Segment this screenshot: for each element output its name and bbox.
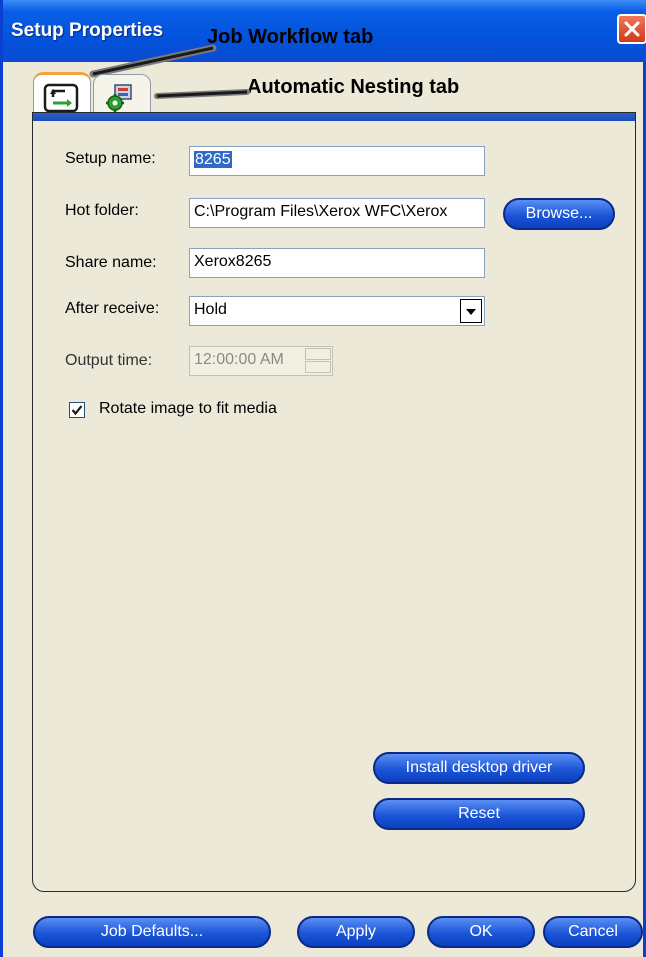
hot-folder-label: Hot folder: xyxy=(65,202,139,219)
hot-folder-input[interactable]: C:\Program Files\Xerox WFC\Xerox xyxy=(189,198,485,228)
spin-down-button[interactable] xyxy=(305,361,331,373)
install-desktop-driver-button[interactable]: Install desktop driver xyxy=(373,752,585,784)
rotate-image-label: Rotate image to fit media xyxy=(99,400,277,417)
chevron-down-icon[interactable] xyxy=(460,299,482,323)
apply-button[interactable]: Apply xyxy=(297,916,415,948)
after-receive-select[interactable]: Hold xyxy=(189,296,485,326)
panel-header-bar xyxy=(33,113,635,121)
tab-automatic-nesting[interactable] xyxy=(93,74,151,114)
setup-name-label: Setup name: xyxy=(65,150,156,167)
setup-name-input[interactable]: 8265 xyxy=(189,146,485,176)
checkmark-icon xyxy=(71,405,83,416)
output-time-input[interactable]: 12:00:00 AM xyxy=(189,346,333,376)
after-receive-label: After receive: xyxy=(65,300,160,317)
spin-up-button[interactable] xyxy=(305,348,331,360)
job-defaults-button[interactable]: Job Defaults... xyxy=(33,916,271,948)
share-name-label: Share name: xyxy=(65,254,157,271)
setup-properties-window: Setup Properties Job Workflow tab Automa… xyxy=(0,0,646,957)
close-button[interactable] xyxy=(617,14,646,44)
ok-button[interactable]: OK xyxy=(427,916,535,948)
automatic-nesting-tab-callout: Automatic Nesting tab xyxy=(247,76,460,98)
browse-button[interactable]: Browse... xyxy=(503,198,615,230)
reset-button[interactable]: Reset xyxy=(373,798,585,830)
rotate-image-checkbox[interactable] xyxy=(69,402,85,418)
window-title: Setup Properties xyxy=(11,20,164,41)
cancel-button[interactable]: Cancel xyxy=(543,916,643,948)
output-time-label: Output time: xyxy=(65,352,153,369)
automatic-nesting-callout-arrow xyxy=(154,89,250,99)
tab-job-workflow[interactable] xyxy=(33,72,91,116)
time-spinner[interactable] xyxy=(305,348,331,374)
share-name-input[interactable]: Xerox8265 xyxy=(189,248,485,278)
